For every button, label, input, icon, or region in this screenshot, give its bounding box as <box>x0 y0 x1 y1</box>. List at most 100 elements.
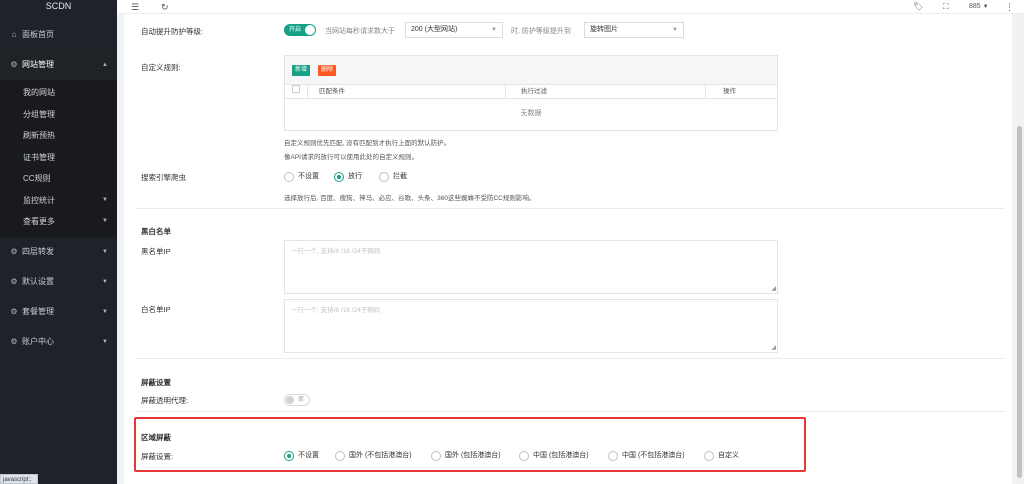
gear-icon: ⚙ <box>10 306 18 316</box>
sidebar-item-site-management[interactable]: ⚙ 网站管理 ▲ <box>0 50 117 80</box>
section-divider <box>135 208 1005 209</box>
sidebar-item-label: 套餐管理 <box>22 306 54 316</box>
sidebar-subitem-monitoring[interactable]: 监控统计 ▼ <box>0 190 117 212</box>
settings-panel: 自动提升防护等级: 开启 当网站每秒请求数大于 200 (大型网站) ▼ 时, 防… <box>124 14 1012 484</box>
sidebar-item-label: 账户中心 <box>22 336 54 346</box>
gear-icon: ⚙ <box>10 276 18 286</box>
spider-help: 选择放行后, 百度、搜狗、神马、必应、谷歌、头条、360这些蜘蛛不受防CC规则影… <box>284 195 536 202</box>
radio-label: 拦截 <box>393 173 407 180</box>
sidebar-item-dashboard[interactable]: ⌂ 面板首页 <box>0 20 117 50</box>
resize-handle-icon[interactable]: ◢ <box>771 345 776 351</box>
custom-rules-label: 自定义规则: <box>141 63 181 72</box>
sidebar-subitem-label: 分组管理 <box>23 109 55 119</box>
sidebar-item-label: 面板首页 <box>22 30 54 39</box>
fullscreen-icon[interactable]: ⛶ <box>943 0 949 14</box>
switch-knob <box>305 25 315 35</box>
column-divider <box>505 85 506 98</box>
sidebar-item-label: 网站管理 <box>22 60 54 69</box>
sidebar-item-account[interactable]: ⚙ 账户中心 ▼ <box>0 327 117 357</box>
radio-dot <box>379 172 389 182</box>
sidebar-item-packages[interactable]: ⚙ 套餐管理 ▼ <box>0 297 117 327</box>
scrollbar-thumb[interactable] <box>1017 126 1022 478</box>
rules-empty-message: 无数据 <box>520 110 542 117</box>
textarea-placeholder: 一行一个, 支持/8 /16 /24子网码 <box>291 307 381 314</box>
add-rule-button[interactable]: 新增 <box>292 65 311 76</box>
sidebar-subitem-label: CC规则 <box>23 174 51 183</box>
column-header-operation: 操作 <box>723 88 736 95</box>
transparent-proxy-switch[interactable]: 否 <box>284 394 310 406</box>
auto-upgrade-text-2: 时, 防护等级提升到 <box>511 28 571 35</box>
chevron-down-icon: ▼ <box>491 27 497 33</box>
custom-rules-help-2: 像API请求的放行可以使用此处的自定义规则。 <box>284 154 418 161</box>
chevron-up-icon: ▲ <box>102 62 108 68</box>
rules-table-header: 匹配条件 执行过滤 操作 <box>285 85 777 99</box>
spider-option-none[interactable]: 不设置 <box>284 171 319 183</box>
blacklist-label: 黑名单IP <box>141 247 171 256</box>
sidebar-subitem-certificates[interactable]: 证书管理 <box>0 147 117 169</box>
whitelist-textarea[interactable]: 一行一个, 支持/8 /16 /24子网码 ◢ <box>284 299 778 353</box>
chevron-down-icon: ▼ <box>102 218 108 224</box>
chevron-down-icon: ▼ <box>102 248 108 255</box>
page-scrollbar[interactable] <box>1015 14 1024 484</box>
sidebar-subitem-more[interactable]: 查看更多 ▼ <box>0 211 117 233</box>
spider-label: 搜索引擎爬虫 <box>141 173 186 182</box>
custom-rules-table: 新增 删除 匹配条件 执行过滤 操作 无数据 <box>284 55 778 131</box>
blacklist-textarea[interactable]: 一行一个, 支持/8 /16 /24子网码 ◢ <box>284 240 778 294</box>
sidebar-subitem-my-sites[interactable]: 我的网站 <box>0 82 117 104</box>
column-header-action: 执行过滤 <box>521 88 547 95</box>
transparent-proxy-label: 屏蔽透明代理: <box>141 396 189 405</box>
delete-rule-button[interactable]: 删除 <box>318 65 337 76</box>
switch-label: 否 <box>298 397 305 403</box>
sidebar-subitem-label: 证书管理 <box>23 152 55 162</box>
more-options-icon[interactable]: ⋮ <box>1005 0 1014 14</box>
sidebar-item-label: 四层转发 <box>22 246 54 256</box>
column-divider <box>705 85 706 98</box>
user-name: 885 <box>969 3 981 10</box>
sidebar-item-label: 默认设置 <box>22 276 54 286</box>
auto-upgrade-text-1: 当网站每秒请求数大于 <box>325 28 395 35</box>
protection-level-select[interactable]: 旋转图片 ▼ <box>584 22 684 38</box>
sidebar-subitem-label: 刷新预热 <box>23 131 55 140</box>
gear-icon: ⚙ <box>10 336 18 346</box>
column-header-match: 匹配条件 <box>319 88 345 95</box>
sidebar-subitem-refresh[interactable]: 刷新预热 <box>0 125 117 147</box>
resize-handle-icon[interactable]: ◢ <box>771 286 776 292</box>
refresh-icon[interactable]: ↻ <box>161 0 169 14</box>
bw-section-title: 黑白名单 <box>141 227 171 236</box>
switch-label: 开启 <box>289 27 302 33</box>
radio-dot <box>284 172 294 182</box>
brand-logo: SCDN <box>0 0 117 14</box>
spider-radio-group: 不设置 放行 拦截 <box>284 171 684 183</box>
request-threshold-select[interactable]: 200 (大型网站) ▼ <box>405 22 503 38</box>
sidebar-item-default-settings[interactable]: ⚙ 默认设置 ▼ <box>0 267 117 297</box>
region-block-highlight <box>134 417 806 472</box>
sidebar-subitem-label: 我的网站 <box>23 88 55 97</box>
radio-label: 放行 <box>348 173 362 180</box>
auto-upgrade-switch[interactable]: 开启 <box>284 24 316 36</box>
sidebar-subitem-label: 监控统计 <box>23 195 55 205</box>
sidebar-subitem-groups[interactable]: 分组管理 <box>0 104 117 126</box>
column-divider <box>307 85 308 98</box>
sidebar: SCDN ⌂ 面板首页 ⚙ 网站管理 ▲ 我的网站 分组管理 刷新预热 证书管理 C… <box>0 0 117 484</box>
whitelist-label: 白名单IP <box>141 305 171 314</box>
spider-option-allow[interactable]: 放行 <box>334 171 362 183</box>
sidebar-subitem-cc-rules[interactable]: CC规则 <box>0 168 117 190</box>
status-bar-url: javascript:; <box>0 474 38 484</box>
spider-option-block[interactable]: 拦截 <box>379 171 407 183</box>
section-divider <box>135 411 1005 412</box>
top-bar: ☰ ↻ 🏷 ⛶ 885 ▼ ⋮ <box>117 0 1024 14</box>
radio-dot <box>334 172 344 182</box>
select-all-checkbox[interactable] <box>292 85 300 93</box>
menu-toggle-icon[interactable]: ☰ <box>131 0 139 14</box>
chevron-down-icon: ▼ <box>672 27 678 33</box>
user-menu[interactable]: 885 ▼ <box>969 0 989 14</box>
chevron-down-icon: ▼ <box>982 4 989 10</box>
switch-knob <box>286 396 294 404</box>
auto-upgrade-label: 自动提升防护等级: <box>141 27 204 36</box>
gear-icon: ⚙ <box>10 60 18 69</box>
sidebar-item-l4-forward[interactable]: ⚙ 四层转发 ▼ <box>0 237 117 267</box>
custom-rules-help-1: 自定义规则优先匹配, 没有匹配到才执行上面的默认防护。 <box>284 140 451 147</box>
chevron-down-icon: ▼ <box>102 338 108 345</box>
tag-icon[interactable]: 🏷 <box>913 0 923 14</box>
section-divider <box>135 358 1005 359</box>
